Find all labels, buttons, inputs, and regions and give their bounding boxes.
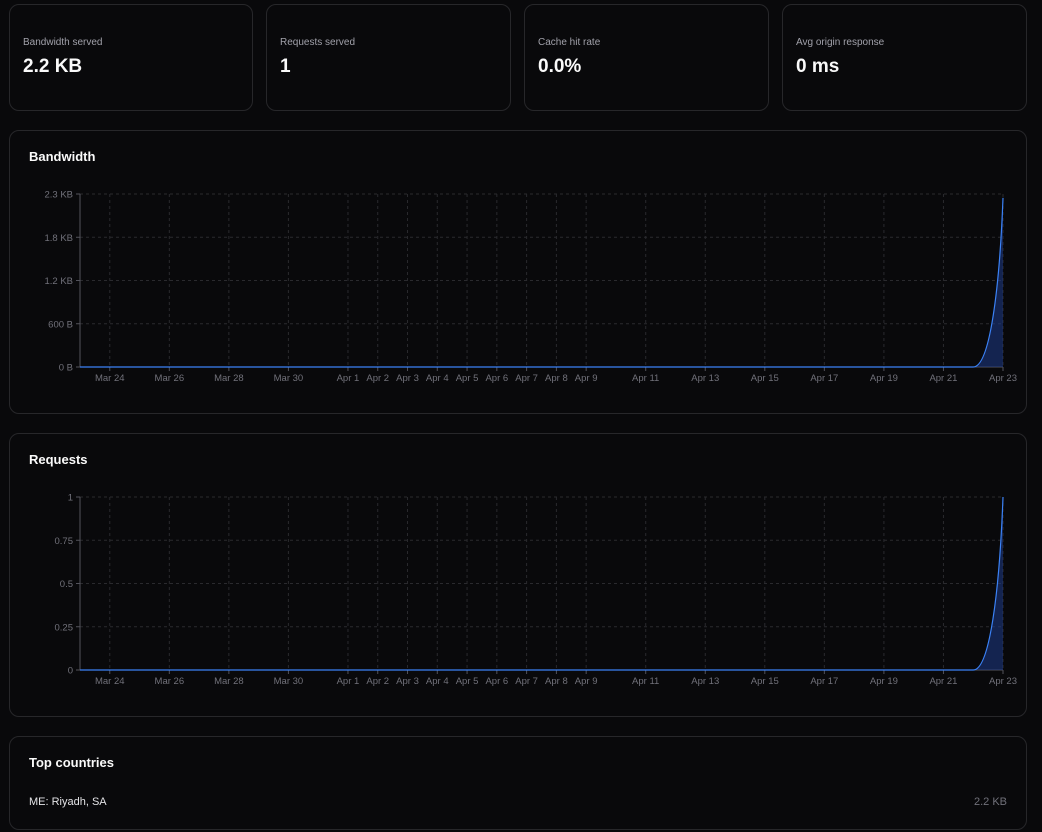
stat-label: Bandwidth served [23, 37, 103, 48]
stat-card-avg-origin-response: Avg origin response 0 ms [782, 4, 1027, 111]
x-tick-label: Apr 13 [691, 373, 719, 384]
x-tick-label: Mar 30 [274, 676, 304, 687]
x-tick-label: Apr 11 [632, 676, 659, 687]
x-tick-label: Apr 15 [751, 676, 779, 687]
y-tick-label: 2.3 KB [44, 190, 73, 201]
stat-value: 1 [280, 56, 291, 77]
y-tick-label: 1.2 KB [44, 276, 73, 287]
x-tick-label: Apr 21 [929, 676, 957, 687]
y-tick-label: 0 [68, 666, 73, 677]
country-row-name[interactable]: ME: Riyadh, SA [29, 796, 107, 808]
stat-value: 0 ms [796, 56, 840, 77]
x-tick-label: Apr 1 [337, 676, 360, 687]
x-tick-label: Mar 24 [95, 676, 125, 687]
country-row-value: 2.2 KB [973, 796, 1007, 808]
x-tick-label: Apr 6 [485, 676, 508, 687]
y-tick-label: 600 B [48, 319, 73, 330]
x-tick-label: Apr 2 [366, 373, 389, 384]
x-tick-label: Apr 13 [691, 676, 719, 687]
x-tick-label: Mar 28 [214, 373, 244, 384]
x-tick-label: Apr 4 [426, 676, 449, 687]
y-tick-label: 0.5 [60, 579, 73, 590]
x-tick-label: Apr 23 [989, 676, 1017, 687]
x-tick-label: Apr 19 [870, 373, 898, 384]
x-tick-label: Apr 9 [575, 373, 598, 384]
x-tick-label: Apr 3 [396, 373, 419, 384]
stat-card-cache-hit-rate: Cache hit rate 0.0% [524, 4, 769, 111]
y-tick-label: 1.8 KB [44, 233, 73, 244]
stat-label: Requests served [280, 37, 356, 48]
top-countries-title: Top countries [29, 755, 114, 770]
x-tick-label: Apr 7 [515, 373, 538, 384]
y-tick-label: 0.75 [55, 536, 74, 547]
x-tick-label: Mar 26 [155, 676, 185, 687]
x-tick-label: Apr 23 [989, 373, 1017, 384]
x-tick-label: Mar 30 [274, 373, 304, 384]
x-tick-label: Apr 21 [929, 373, 957, 384]
requests-chart-card: Requests 0 0.25 0.5 0.75 1 Mar 24 Mar 26 Mar 28… [9, 433, 1027, 717]
stat-value: 2.2 KB [23, 56, 83, 77]
x-tick-label: Mar 28 [214, 676, 244, 687]
stat-card-bandwidth: Bandwidth served 2.2 KB [9, 4, 253, 111]
x-tick-label: Apr 5 [456, 373, 479, 384]
x-tick-label: Apr 8 [545, 676, 568, 687]
x-tick-label: Mar 24 [95, 373, 125, 384]
x-tick-label: Apr 8 [545, 373, 568, 384]
x-tick-label: Apr 17 [810, 676, 838, 687]
requests-chart: 0 0.25 0.5 0.75 1 Mar 24 Mar 26 Mar 28 Mar 30 Apr… [55, 493, 1018, 688]
stat-value: 0.0% [538, 56, 582, 77]
x-tick-label: Apr 7 [515, 676, 538, 687]
x-tick-label: Apr 1 [337, 373, 360, 384]
y-tick-label: 0.25 [55, 622, 74, 633]
x-tick-label: Apr 17 [810, 373, 838, 384]
bandwidth-chart-card: Bandwidth 0 B 600 B 1.2 KB 1.8 KB 2.3 KB Mar … [9, 130, 1027, 414]
x-tick-label: Mar 26 [155, 373, 185, 384]
x-tick-label: Apr 11 [632, 373, 659, 384]
x-tick-label: Apr 19 [870, 676, 898, 687]
x-tick-label: Apr 2 [366, 676, 389, 687]
y-tick-label: 0 B [59, 363, 73, 374]
series-area [80, 197, 1003, 367]
series-line [80, 197, 1004, 368]
x-tick-label: Apr 4 [426, 373, 449, 384]
top-countries-card: Top countries ME: Riyadh, SA 2.2 KB [9, 736, 1027, 830]
stat-card-requests: Requests served 1 [266, 4, 511, 111]
x-tick-label: Apr 9 [575, 676, 598, 687]
x-tick-label: Apr 3 [396, 676, 419, 687]
bandwidth-chart: 0 B 600 B 1.2 KB 1.8 KB 2.3 KB Mar 24 Mar 26 Ma… [44, 190, 1017, 385]
x-tick-label: Apr 15 [751, 373, 779, 384]
stat-label: Avg origin response [796, 37, 885, 48]
x-tick-label: Apr 6 [485, 373, 508, 384]
stat-label: Cache hit rate [538, 37, 601, 48]
y-tick-label: 1 [68, 493, 73, 504]
x-tick-label: Apr 5 [456, 676, 479, 687]
